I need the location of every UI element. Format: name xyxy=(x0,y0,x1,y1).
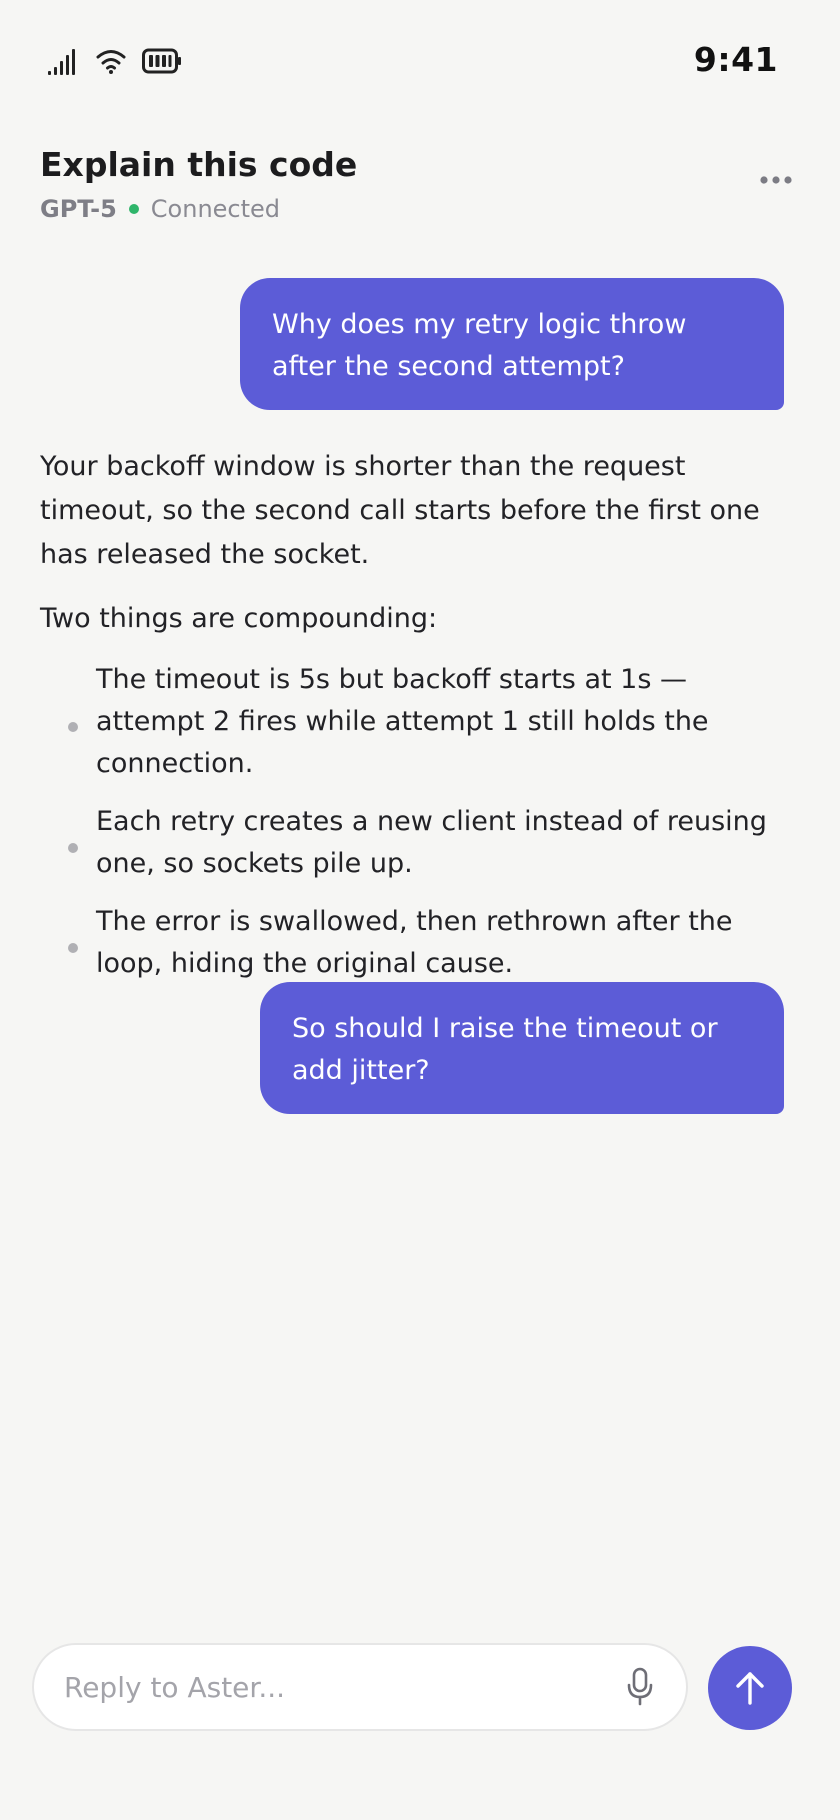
user-message-text: Why does my retry logic throw after the … xyxy=(272,309,687,382)
reply-input[interactable] xyxy=(64,1645,604,1729)
user-message: Why does my retry logic throw after the … xyxy=(240,278,784,410)
model-name: GPT-5 xyxy=(40,195,117,223)
list-item: The error is swallowed, then rethrown af… xyxy=(40,901,790,985)
user-message: So should I raise the timeout or add jit… xyxy=(260,982,784,1114)
list-item: Each retry creates a new client instead … xyxy=(40,801,790,885)
connection-status: Connected xyxy=(150,195,281,223)
list-item-text: The timeout is 5s but backoff starts at … xyxy=(96,664,709,779)
assistant-lead: Two things are compounding: xyxy=(40,603,438,634)
wifi-icon xyxy=(96,50,126,74)
microphone-button[interactable] xyxy=(622,1665,658,1709)
connection-status-dot xyxy=(128,204,139,214)
more-horizontal-icon xyxy=(760,176,792,184)
status-time: 9:41 xyxy=(693,40,778,79)
assistant-bullet-list: The timeout is 5s but backoff starts at … xyxy=(40,659,790,985)
bullet-dot xyxy=(68,943,78,953)
bullet-dot xyxy=(68,722,78,732)
list-item-text: The error is swallowed, then rethrown af… xyxy=(96,906,733,979)
bullet-dot xyxy=(68,843,78,853)
signal-icon xyxy=(48,49,75,75)
list-item-text: Each retry creates a new client instead … xyxy=(96,806,767,879)
assistant-intro: Your backoff window is shorter than the … xyxy=(40,451,760,570)
battery-icon xyxy=(142,48,181,74)
send-button[interactable] xyxy=(708,1646,792,1730)
status-icons xyxy=(48,47,182,75)
arrow-up-icon xyxy=(736,1672,764,1705)
composer xyxy=(32,1643,688,1731)
chat-subtitle: GPT-5 Connected xyxy=(40,192,800,226)
assistant-message: Your backoff window is shorter than the … xyxy=(40,445,790,1001)
microphone-icon xyxy=(627,1667,653,1706)
chat-header: Explain this code GPT-5 Connected xyxy=(40,140,800,230)
chat-title: Explain this code xyxy=(40,145,358,184)
more-options-button[interactable] xyxy=(752,162,800,198)
list-item: The timeout is 5s but backoff starts at … xyxy=(40,659,790,785)
status-bar: 9:41 xyxy=(0,0,840,124)
user-message-text: So should I raise the timeout or add jit… xyxy=(292,1013,718,1086)
